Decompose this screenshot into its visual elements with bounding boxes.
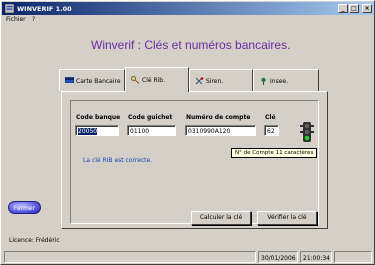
fermer-button[interactable]: Fermer	[8, 201, 41, 214]
app-icon	[5, 4, 14, 13]
licence-text: Licence: Frédéric	[9, 237, 60, 244]
key-icon	[131, 76, 140, 84]
menu-fichier[interactable]: Fichier	[6, 16, 26, 23]
status-cell-extra	[334, 251, 372, 263]
tab-label: Clé Rib.	[142, 77, 166, 84]
calculer-cle-button[interactable]: Calculer la clé	[191, 211, 251, 225]
status-date: 30/01/2006	[258, 251, 298, 263]
page-headline: Winverif : Clés et numéros bancaires.	[91, 38, 291, 52]
tab-label: Carte Bancaire	[76, 78, 121, 85]
tab-panel: Code banque 20050 Code guichet 01100 Num…	[61, 91, 328, 229]
close-button[interactable]: ×	[362, 4, 372, 13]
menu-bar: Fichier ?	[2, 15, 374, 25]
window-title: WINVERIF 1.00	[17, 5, 72, 13]
numero-compte-value: 0310990A120	[188, 128, 231, 135]
credit-card-icon	[65, 77, 74, 83]
code-guichet-value: 01100	[130, 128, 150, 135]
rib-status-message: La clé RIB est correcte.	[83, 157, 153, 164]
menu-help[interactable]: ?	[32, 16, 35, 23]
tab-label: Insee.	[270, 78, 288, 85]
maximize-button[interactable]: □	[349, 4, 359, 13]
cle-input[interactable]: 62	[264, 125, 279, 136]
pin-icon	[261, 77, 266, 85]
code-guichet-label: Code guichet	[128, 114, 173, 121]
tab-cle-rib[interactable]: Clé Rib.	[125, 67, 189, 92]
status-bar: 30/01/2006 21:00:34	[2, 250, 374, 264]
status-time: 21:00:34	[300, 251, 332, 263]
code-banque-label: Code banque	[76, 114, 121, 121]
tab-carte-bancaire[interactable]: Carte Bancaire	[59, 69, 125, 91]
cle-label: Clé	[265, 114, 276, 121]
numero-compte-input[interactable]: 0310990A120	[185, 125, 256, 136]
tools-icon	[195, 77, 204, 85]
cle-value: 62	[267, 128, 275, 135]
tab-label: Siren.	[206, 78, 224, 85]
code-guichet-input[interactable]: 01100	[127, 125, 176, 136]
minimize-button[interactable]: _	[338, 4, 348, 13]
numero-compte-label: Numéro de compte	[186, 114, 251, 121]
main-window: WINVERIF 1.00 _ □ × Fichier ? Winverif :…	[0, 0, 375, 265]
verifier-cle-button[interactable]: Vérifier la clé	[257, 211, 317, 225]
tab-siren[interactable]: Siren.	[189, 69, 253, 91]
title-bar[interactable]: WINVERIF 1.00 _ □ ×	[2, 2, 374, 15]
status-cell-empty	[4, 251, 256, 263]
panel-frame: Code banque 20050 Code guichet 01100 Num…	[70, 100, 319, 225]
traffic-light-icon	[300, 122, 314, 142]
code-banque-input[interactable]: 20050	[75, 125, 119, 136]
tab-insee[interactable]: Insee.	[253, 69, 319, 91]
tooltip: N° de Compte 11 caractères	[231, 148, 318, 158]
code-banque-value: 20050	[78, 128, 98, 135]
